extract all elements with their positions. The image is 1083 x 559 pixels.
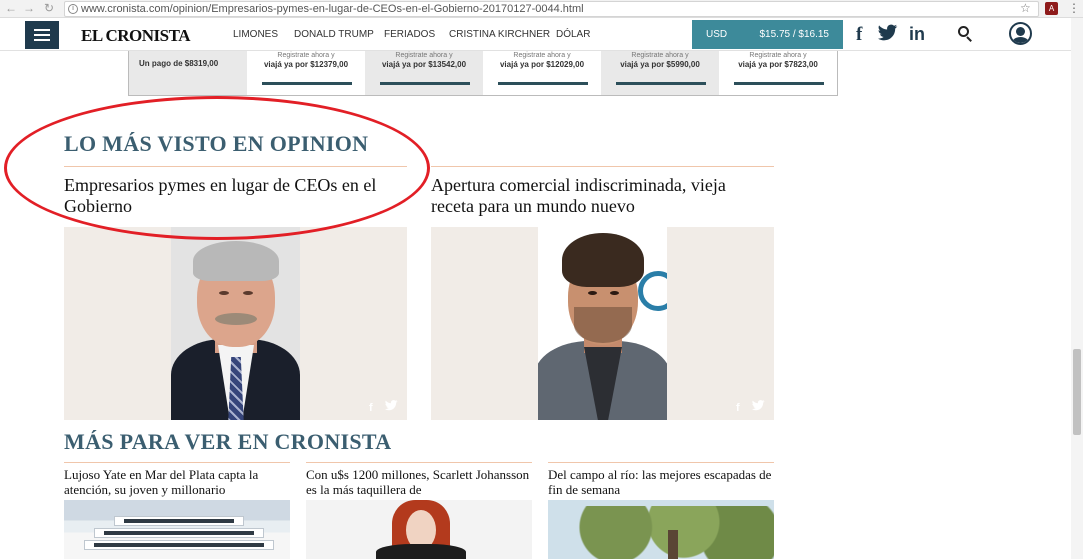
- divider: [548, 462, 774, 463]
- ad-offer-text: viajá ya por $7823,00: [738, 60, 818, 69]
- site-logo[interactable]: EL CRONISTA: [81, 26, 190, 46]
- ad-offer-reg: Registrate ahora y: [749, 52, 807, 59]
- article-photo[interactable]: f: [64, 227, 407, 420]
- ad-offer-bar: [498, 82, 588, 85]
- article-headline[interactable]: Empresarios pymes en lugar de CEOs en el…: [64, 175, 414, 217]
- nav-link-donald-trump[interactable]: DONALD TRUMP: [294, 29, 374, 40]
- author-portrait: [538, 227, 667, 420]
- facebook-share-icon[interactable]: f: [369, 402, 373, 414]
- ad-offer[interactable]: Registrate ahora y viajá ya por $5990,00: [601, 51, 719, 95]
- more-article-headline[interactable]: Con u$s 1200 millones, Scarlett Johansso…: [306, 467, 532, 497]
- facebook-share-icon[interactable]: f: [736, 402, 740, 414]
- currency-value: $15.75 / $16.15: [759, 29, 829, 40]
- ad-offer-text: viajá ya por $5990,00: [620, 60, 700, 69]
- ad-offer[interactable]: Un pago de $8319,00: [129, 51, 247, 95]
- linkedin-icon[interactable]: in: [909, 24, 925, 45]
- divider: [431, 166, 774, 167]
- nav-link-limones[interactable]: LIMONES: [233, 29, 278, 40]
- bookmark-star-icon[interactable]: ☆: [1020, 1, 1031, 15]
- article-photo[interactable]: f: [431, 227, 774, 420]
- ad-banner[interactable]: Un pago de $8319,00 Registrate ahora y v…: [128, 51, 838, 96]
- back-icon[interactable]: ←: [4, 1, 18, 15]
- nav-link-cristina-kirchner[interactable]: CRISTINA KIRCHNER: [449, 29, 550, 40]
- ad-offer[interactable]: Registrate ahora y viajá ya por $12029,0…: [483, 51, 601, 95]
- ad-offer-reg: Registrate ahora y: [513, 52, 571, 59]
- browser-menu-icon[interactable]: ⋮: [1068, 1, 1080, 15]
- ad-offer-text: viajá ya por $13542,00: [381, 60, 467, 69]
- ad-offer[interactable]: Registrate ahora y viajá ya por $13542,0…: [365, 51, 483, 95]
- currency-label: USD: [706, 29, 728, 40]
- ad-offer-bar: [734, 82, 824, 85]
- divider: [64, 166, 407, 167]
- site-header: EL CRONISTA LIMONES DONALD TRUMP FERIADO…: [0, 18, 1083, 51]
- ad-offer-bar: [262, 82, 352, 85]
- pdf-extension-icon[interactable]: A: [1045, 2, 1058, 15]
- more-section-title: MÁS PARA VER EN CRONISTA: [64, 429, 392, 454]
- user-account-icon[interactable]: [1009, 22, 1032, 45]
- currency-box[interactable]: USD $15.75 / $16.15: [692, 20, 843, 49]
- ad-offer-reg: Registrate ahora y: [395, 52, 453, 59]
- browser-toolbar: ← → ↻ i www.cronista.com/opinion/Empresa…: [0, 0, 1083, 18]
- twitter-icon[interactable]: [878, 24, 898, 48]
- info-icon[interactable]: i: [68, 4, 78, 14]
- search-icon[interactable]: [958, 26, 974, 42]
- yacht-thumbnail[interactable]: [64, 500, 290, 559]
- ad-offer-bar: [616, 82, 706, 85]
- nav-link-dolar[interactable]: DÓLAR: [556, 29, 590, 40]
- ad-offer-text: viajá ya por $12029,00: [499, 60, 585, 69]
- ad-offer-text: viajá ya por $12379,00: [263, 60, 349, 69]
- author-portrait: [171, 227, 300, 420]
- divider: [306, 462, 532, 463]
- scrollbar-track[interactable]: [1071, 18, 1083, 559]
- reload-icon[interactable]: ↻: [42, 1, 56, 15]
- ad-offer-reg: Registrate ahora y: [631, 52, 689, 59]
- most-viewed-title: LO MÁS VISTO EN OPINION: [64, 131, 369, 156]
- divider: [64, 462, 290, 463]
- nav-link-feriados[interactable]: FERIADOS: [384, 29, 435, 40]
- ad-offer[interactable]: Registrate ahora y viajá ya por $12379,0…: [247, 51, 365, 95]
- more-article-headline[interactable]: Lujoso Yate en Mar del Plata capta la at…: [64, 467, 290, 497]
- article-headline[interactable]: Apertura comercial indiscriminada, vieja…: [431, 175, 771, 217]
- landscape-thumbnail[interactable]: [548, 500, 774, 559]
- highlight-annotation: [4, 96, 430, 240]
- facebook-icon[interactable]: f: [856, 24, 862, 46]
- menu-button[interactable]: [25, 21, 59, 49]
- ad-offer[interactable]: Registrate ahora y viajá ya por $7823,00: [719, 51, 837, 95]
- ad-offer-reg: Registrate ahora y: [277, 52, 335, 59]
- ad-offer-bar: [380, 82, 470, 85]
- actress-thumbnail[interactable]: [306, 500, 532, 559]
- url-text: www.cronista.com/opinion/Empresarios-pym…: [81, 3, 584, 15]
- twitter-share-icon[interactable]: [752, 400, 765, 414]
- address-bar[interactable]: i www.cronista.com/opinion/Empresarios-p…: [64, 1, 1039, 17]
- more-article-headline[interactable]: Del campo al río: las mejores escapadas …: [548, 467, 774, 497]
- twitter-share-icon[interactable]: [385, 400, 398, 414]
- ad-offer-text: Un pago de $8319,00: [139, 59, 219, 68]
- scrollbar-thumb[interactable]: [1073, 349, 1081, 435]
- forward-icon[interactable]: →: [22, 1, 36, 15]
